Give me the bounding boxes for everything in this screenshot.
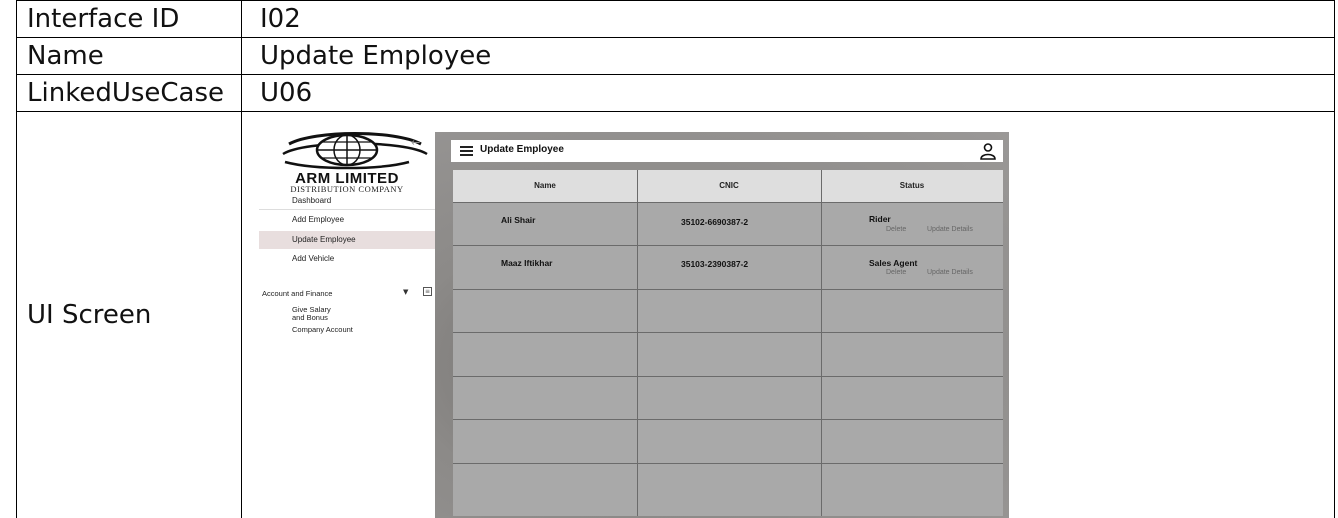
spec-label: UI Screen: [17, 112, 242, 518]
spec-value: U06: [260, 78, 313, 108]
divider: [453, 202, 1003, 203]
spec-label: Interface ID: [17, 1, 242, 37]
sidebar-item-give-salary[interactable]: Give Salary and Bonus: [292, 306, 332, 322]
spec-value: Update Employee: [260, 41, 492, 71]
spec-row-interface-id: Interface ID I02: [17, 1, 1334, 38]
divider: [453, 463, 1003, 464]
chevron-down-icon[interactable]: ▼: [403, 288, 408, 296]
sidebar-item-add-vehicle[interactable]: Add Vehicle: [259, 250, 435, 268]
update-details-link[interactable]: Update Details: [927, 269, 973, 276]
update-details-link[interactable]: Update Details: [927, 226, 973, 233]
divider: [821, 170, 822, 516]
sidebar-item-add-employee[interactable]: Add Employee: [259, 211, 435, 229]
divider: [259, 209, 435, 210]
sidebar: ← ARM LIMITED DISTRIBUTION COMPANY Dashb…: [259, 132, 435, 518]
interface-spec-table: Interface ID I02 Name Update Employee Li…: [16, 0, 1335, 518]
sidebar-group-account-finance[interactable]: Account and Finance: [262, 290, 342, 298]
page-title: Update Employee: [480, 144, 564, 155]
column-header-cnic: CNIC: [719, 181, 739, 190]
divider: [453, 245, 1003, 246]
user-icon[interactable]: [979, 142, 997, 160]
spec-label: LinkedUseCase: [17, 75, 242, 111]
divider: [453, 419, 1003, 420]
document-icon: ≡: [423, 287, 432, 296]
cell-name: Ali Shair: [501, 215, 536, 225]
spec-row-name: Name Update Employee: [17, 38, 1334, 75]
column-header-status: Status: [899, 181, 925, 190]
spec-row-ui-screen: UI Screen ← ARM LIMITED DISTRIBUTION COM…: [17, 112, 1334, 518]
spec-value: I02: [260, 4, 301, 34]
column-header-name: Name: [534, 181, 556, 190]
top-bar: Update Employee: [451, 140, 1003, 162]
employee-table: Name CNIC Status Ali Shair 35102-6690387…: [453, 170, 1003, 516]
spec-label: Name: [17, 38, 242, 74]
arrow-left-icon[interactable]: ←: [411, 136, 420, 149]
main-content: Update Employee Name CNIC Status Ali Sha…: [435, 132, 1009, 518]
delete-link[interactable]: Delete: [886, 226, 906, 233]
ui-screenshot: ← ARM LIMITED DISTRIBUTION COMPANY Dashb…: [259, 132, 1009, 518]
cell-status: Sales Agent: [869, 258, 918, 268]
delete-link[interactable]: Delete: [886, 269, 906, 276]
divider: [453, 376, 1003, 377]
cell-name: Maaz Iftikhar: [501, 258, 553, 268]
hamburger-icon[interactable]: [460, 146, 473, 156]
cell-status: Rider: [869, 214, 891, 224]
divider: [453, 332, 1003, 333]
cell-cnic: 35102-6690387-2: [681, 217, 749, 227]
cell-cnic: 35103-2390387-2: [681, 259, 749, 269]
divider: [453, 289, 1003, 290]
divider: [637, 170, 638, 516]
spec-row-linked-use-case: LinkedUseCase U06: [17, 75, 1334, 112]
sidebar-item-company-account[interactable]: Company Account: [292, 326, 353, 334]
sidebar-item-dashboard[interactable]: Dashboard: [259, 192, 435, 210]
sidebar-item-update-employee[interactable]: Update Employee: [259, 231, 435, 249]
